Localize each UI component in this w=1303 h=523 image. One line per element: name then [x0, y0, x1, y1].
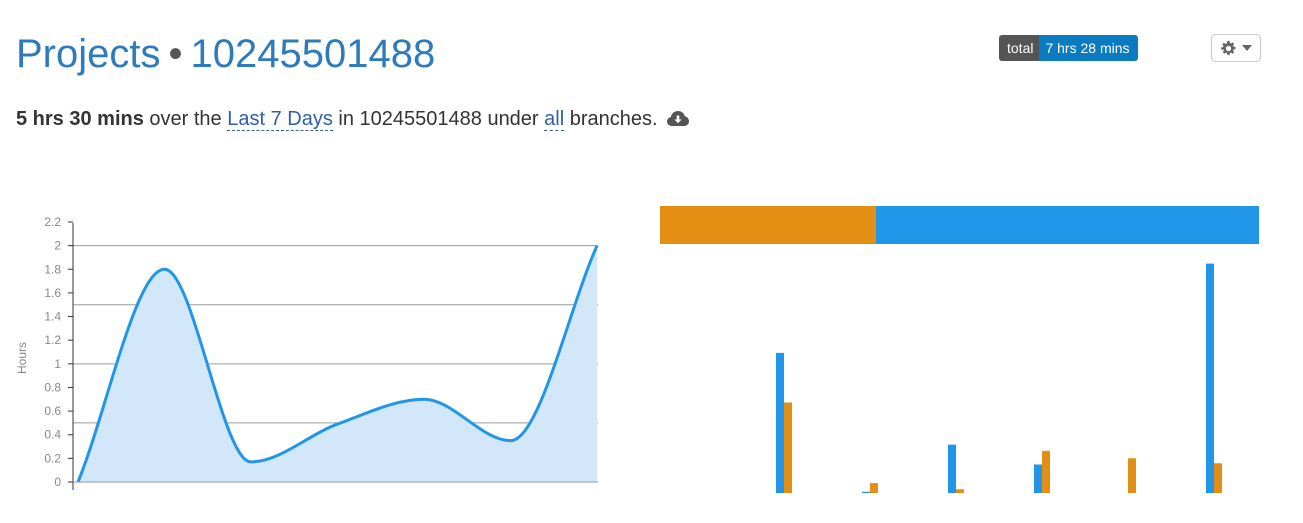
summary-line: 5 hrs 30 mins over the Last 7 Days in 10… [16, 104, 690, 134]
y-tick-label: 0.6 [44, 404, 61, 418]
y-tick-label: 1 [54, 357, 61, 371]
y-tick-label: 2.2 [44, 215, 61, 229]
caret-down-icon [1241, 45, 1252, 51]
total-time-badge: total 7 hrs 28 mins [999, 35, 1138, 61]
y-tick-label: 2 [54, 239, 61, 253]
summary-text-over: over the [149, 108, 222, 130]
y-tick-label: 1.8 [44, 262, 61, 276]
y-tick-label: 0.4 [44, 428, 61, 442]
branch-filter-link[interactable]: all [544, 108, 565, 131]
page-title: Projects • 10245501488 [16, 28, 435, 80]
stacked-total-segment-blue[interactable] [875, 206, 1259, 244]
bar-orange[interactable] [1214, 463, 1222, 493]
bar-blue[interactable] [1206, 263, 1214, 493]
y-axis-label: Hours [15, 342, 29, 374]
bar-orange[interactable] [956, 489, 964, 493]
stacked-total-segment-orange[interactable] [660, 206, 876, 244]
summary-text-in: in 10245501488 under [338, 108, 539, 130]
settings-dropdown-button[interactable] [1211, 34, 1261, 62]
bar-blue[interactable] [862, 491, 870, 493]
total-time: 5 hrs 30 mins [16, 108, 144, 130]
bar-orange[interactable] [1042, 450, 1050, 493]
badge-value: 7 hrs 28 mins [1039, 35, 1138, 61]
y-tick-label: 0.8 [44, 380, 61, 394]
y-tick-label: 1.6 [44, 286, 61, 300]
date-range-link[interactable]: Last 7 Days [227, 108, 333, 131]
title-separator: • [168, 32, 183, 76]
bar-blue[interactable] [948, 444, 956, 493]
daily-hours-area-chart: Hours 0 0.2 0.4 0.6 0.8 1 1.2 1.4 1.6 1.8 2 2.2 [15, 215, 599, 490]
bar-blue[interactable] [776, 352, 784, 493]
bar-orange[interactable] [784, 402, 792, 493]
summary-text-end: branches. [569, 108, 658, 130]
gear-icon [1220, 40, 1236, 55]
cloud-download-icon[interactable] [667, 111, 690, 127]
y-tick-label: 0.2 [44, 451, 61, 465]
bar-blue[interactable] [1034, 464, 1042, 493]
bar-orange[interactable] [870, 483, 878, 493]
y-tick-label: 0 [54, 475, 61, 489]
projects-link[interactable]: Projects [16, 32, 161, 76]
bar-orange[interactable] [1128, 458, 1136, 493]
y-tick-label: 1.2 [44, 333, 61, 347]
badge-label: total [999, 35, 1040, 61]
y-tick-label: 1.4 [44, 310, 61, 324]
project-name[interactable]: 10245501488 [191, 32, 436, 76]
branch-bar-chart [660, 206, 1259, 493]
